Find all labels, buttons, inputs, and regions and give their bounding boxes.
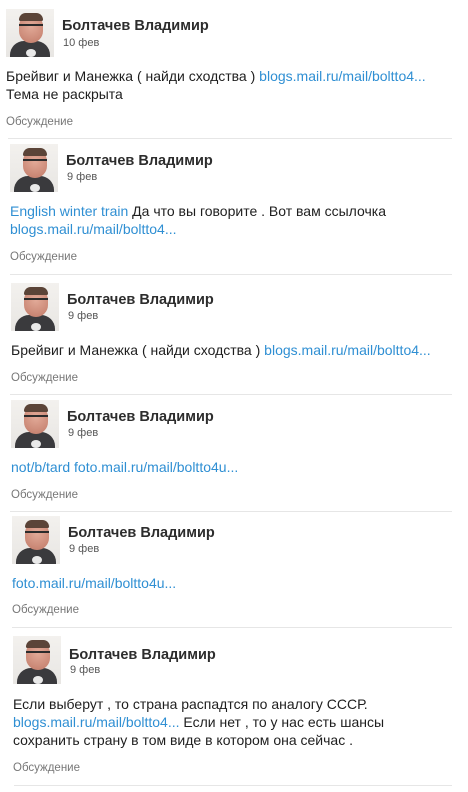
author-avatar[interactable] bbox=[10, 144, 58, 192]
post-separator bbox=[8, 138, 452, 139]
post-text: Брейвиг и Манежка ( найди сходства ) blo… bbox=[6, 67, 456, 103]
post-date[interactable]: 9 фев bbox=[68, 427, 98, 439]
post-text: English winter train Да что вы говорите … bbox=[10, 202, 420, 238]
avatar-glasses bbox=[23, 159, 47, 165]
avatar-hair bbox=[19, 13, 43, 21]
avatar-print bbox=[30, 184, 40, 192]
post-text-fragment: Если выберут , то страна распадтся по ан… bbox=[13, 696, 368, 712]
discussion-link[interactable]: Обсуждение bbox=[6, 116, 73, 128]
post-separator bbox=[10, 511, 452, 512]
avatar-glasses bbox=[19, 24, 43, 30]
post-text-fragment: Да что вы говорите . Вот вам ссылочка bbox=[128, 203, 386, 219]
discussion-link[interactable]: Обсуждение bbox=[12, 604, 79, 616]
post-link[interactable]: foto.mail.ru/mail/boltto4u... bbox=[12, 575, 176, 591]
post-separator bbox=[10, 274, 452, 275]
post-date[interactable]: 9 фев bbox=[68, 310, 98, 322]
author-avatar[interactable] bbox=[13, 636, 61, 684]
discussion-link[interactable]: Обсуждение bbox=[13, 762, 80, 774]
discussion-link[interactable]: Обсуждение bbox=[10, 251, 77, 263]
post-separator bbox=[10, 394, 452, 395]
discussion-link[interactable]: Обсуждение bbox=[11, 489, 78, 501]
avatar-glasses bbox=[25, 531, 49, 537]
author-name[interactable]: Болтачев Владимир bbox=[68, 525, 215, 541]
post-text-fragment: Брейвиг и Манежка ( найди сходства ) bbox=[11, 342, 265, 358]
author-avatar[interactable] bbox=[6, 9, 54, 57]
avatar-print bbox=[26, 49, 36, 57]
avatar-print bbox=[31, 323, 41, 331]
author-name[interactable]: Болтачев Владимир bbox=[69, 647, 216, 663]
discussion-link[interactable]: Обсуждение bbox=[11, 372, 78, 384]
author-name[interactable]: Болтачев Владимир bbox=[62, 18, 209, 34]
post-link[interactable]: blogs.mail.ru/mail/boltto4... bbox=[10, 221, 177, 237]
post-text: foto.mail.ru/mail/boltto4u... bbox=[12, 574, 462, 592]
avatar-print bbox=[33, 676, 43, 684]
avatar-hair bbox=[25, 520, 49, 528]
post-link[interactable]: English winter train bbox=[10, 203, 128, 219]
post-date[interactable]: 9 фев bbox=[69, 543, 99, 555]
author-avatar[interactable] bbox=[12, 516, 60, 564]
avatar-print bbox=[31, 440, 41, 448]
author-avatar[interactable] bbox=[11, 400, 59, 448]
avatar-hair bbox=[24, 287, 48, 295]
author-avatar[interactable] bbox=[11, 283, 59, 331]
post-link[interactable]: blogs.mail.ru/mail/boltto4... bbox=[264, 342, 431, 358]
post-text: Брейвиг и Манежка ( найди сходства ) blo… bbox=[11, 341, 461, 359]
post-date[interactable]: 10 фев bbox=[63, 37, 99, 49]
post-separator bbox=[14, 785, 452, 786]
avatar-hair bbox=[24, 404, 48, 412]
post-link[interactable]: foto.mail.ru/mail/boltto4u... bbox=[74, 459, 238, 475]
avatar-hair bbox=[26, 640, 50, 648]
author-name[interactable]: Болтачев Владимир bbox=[67, 292, 214, 308]
post-link[interactable]: blogs.mail.ru/mail/boltto4... bbox=[13, 714, 180, 730]
avatar-glasses bbox=[24, 415, 48, 421]
post-link[interactable]: not/b/tard bbox=[11, 459, 70, 475]
author-name[interactable]: Болтачев Владимир bbox=[67, 409, 214, 425]
avatar-print bbox=[32, 556, 42, 564]
post-separator bbox=[12, 627, 452, 628]
post-text: not/b/tard foto.mail.ru/mail/boltto4u... bbox=[11, 458, 461, 476]
avatar-glasses bbox=[26, 651, 50, 657]
post-text-fragment: Тема не раскрыта bbox=[6, 86, 123, 102]
post-date[interactable]: 9 фев bbox=[67, 171, 97, 183]
avatar-hair bbox=[23, 148, 47, 156]
post-date[interactable]: 9 фев bbox=[70, 664, 100, 676]
avatar-glasses bbox=[24, 298, 48, 304]
post-text-fragment: Брейвиг и Манежка ( найди сходства ) bbox=[6, 68, 260, 84]
post-link[interactable]: blogs.mail.ru/mail/boltto4... bbox=[259, 68, 426, 84]
post-text: Если выберут , то страна распадтся по ан… bbox=[13, 695, 413, 749]
author-name[interactable]: Болтачев Владимир bbox=[66, 153, 213, 169]
